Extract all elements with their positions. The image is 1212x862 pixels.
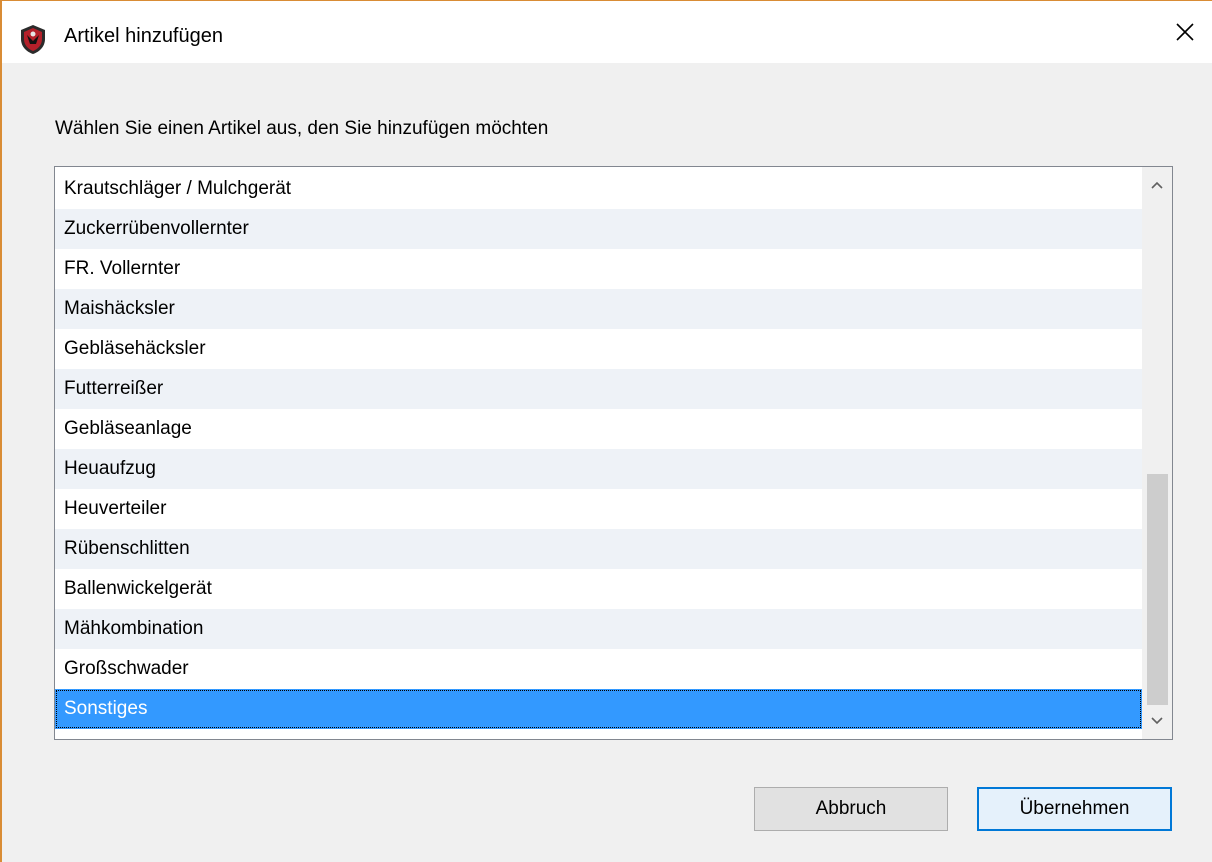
- window-title: Artikel hinzufügen: [64, 25, 223, 47]
- list-item[interactable]: Mähkombination: [55, 609, 1142, 649]
- app-shield-icon: [16, 22, 50, 56]
- article-list: Krautschläger / Mulchgerät Zuckerrübenvol…: [55, 169, 1142, 729]
- scroll-down-button[interactable]: [1142, 707, 1172, 737]
- cancel-button[interactable]: Abbruch: [754, 787, 948, 831]
- list-item[interactable]: Sonstiges: [55, 689, 1142, 729]
- dialog-window: Artikel hinzufügen Wählen Sie einen Arti…: [0, 0, 1212, 862]
- article-listbox[interactable]: Krautschläger / Mulchgerät Zuckerrübenvol…: [54, 166, 1173, 740]
- list-item[interactable]: Heuverteiler: [55, 489, 1142, 529]
- chevron-down-icon: [1150, 713, 1164, 731]
- title-bar[interactable]: Artikel hinzufügen: [2, 1, 1212, 63]
- list-item[interactable]: Großschwader: [55, 649, 1142, 689]
- list-item[interactable]: Gebläseanlage: [55, 409, 1142, 449]
- close-button[interactable]: [1164, 13, 1206, 55]
- scroll-up-button[interactable]: [1142, 171, 1172, 201]
- list-item[interactable]: FR. Vollernter: [55, 249, 1142, 289]
- list-item[interactable]: Zuckerrübenvollernter: [55, 209, 1142, 249]
- instruction-text: Wählen Sie einen Artikel aus, den Sie hi…: [55, 118, 549, 139]
- list-item[interactable]: Futterreißer: [55, 369, 1142, 409]
- scroll-thumb[interactable]: [1147, 474, 1168, 705]
- apply-button[interactable]: Übernehmen: [977, 787, 1172, 831]
- close-icon: [1175, 22, 1195, 47]
- list-item[interactable]: Heuaufzug: [55, 449, 1142, 489]
- list-item[interactable]: Krautschläger / Mulchgerät: [55, 169, 1142, 209]
- list-item[interactable]: Gebläsehäcksler: [55, 329, 1142, 369]
- vertical-scrollbar[interactable]: [1142, 167, 1172, 739]
- list-item[interactable]: Ballenwickelgerät: [55, 569, 1142, 609]
- list-item[interactable]: Rübenschlitten: [55, 529, 1142, 569]
- list-item[interactable]: Maishäcksler: [55, 289, 1142, 329]
- chevron-up-icon: [1150, 177, 1164, 195]
